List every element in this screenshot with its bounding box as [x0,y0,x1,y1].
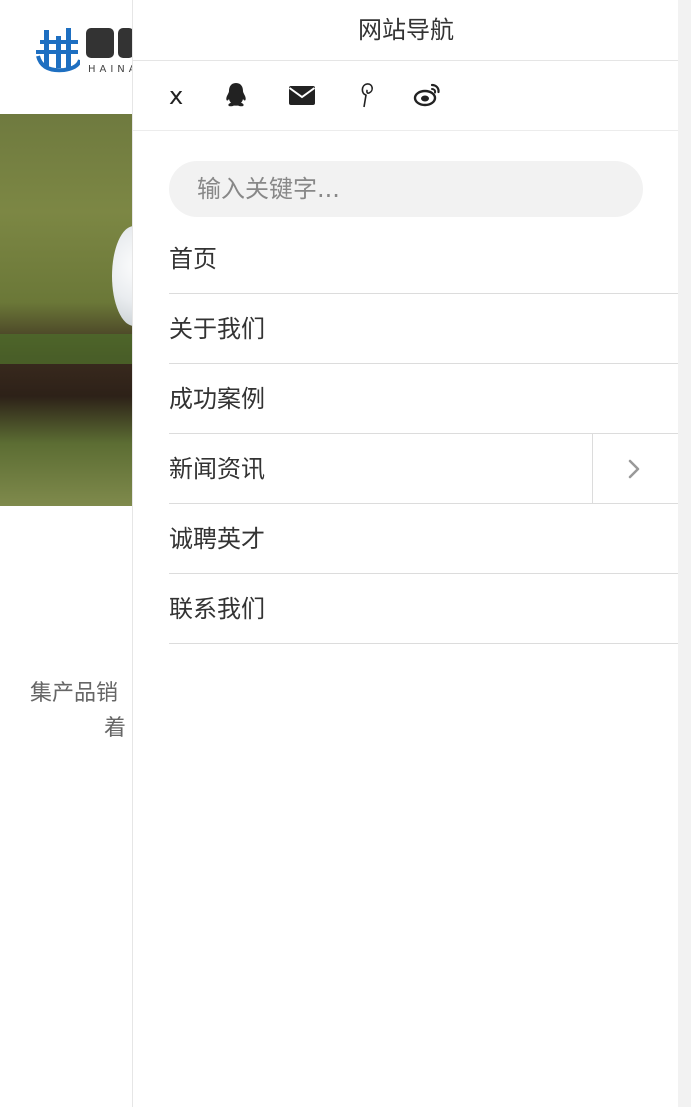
nav-item-label: 关于我们 [169,315,265,343]
nav-item-about[interactable]: 关于我们 [169,294,679,364]
intro-text: 集产品销 着 [30,676,126,746]
intro-line-2: 着 [104,716,127,741]
site-logo[interactable]: HAINA [34,26,136,82]
hero-grass [0,334,140,364]
close-button[interactable]: x [169,81,183,111]
intro-line-1: 集产品销 [30,681,119,706]
nav-item-label: 诚聘英才 [169,525,265,553]
pin-icon[interactable] [353,81,381,109]
hero-banner [0,114,156,506]
social-bar: x [133,61,679,131]
nav-item-contact[interactable]: 联系我们 [169,574,679,644]
nav-item-label: 首页 [169,245,217,273]
nav-item-home[interactable]: 首页 [169,224,679,294]
nav-item-news[interactable]: 新闻资讯 [169,434,679,504]
logo-glyph [86,28,114,58]
nav-item-label: 联系我们 [169,595,265,623]
scroll-gutter [678,0,691,1107]
mail-icon[interactable] [288,81,316,109]
weibo-icon[interactable] [413,81,441,109]
nav-drawer: 网站导航 x 输入关键字... 首页 关于我们 成功案例 新闻资讯 诚聘英才 联… [132,0,679,1107]
nav-item-cases[interactable]: 成功案例 [169,364,679,434]
drawer-title: 网站导航 [133,0,679,61]
nav-menu: 首页 关于我们 成功案例 新闻资讯 诚聘英才 联系我们 [169,224,679,644]
search-input[interactable] [169,161,643,217]
nav-item-careers[interactable]: 诚聘英才 [169,504,679,574]
logo-mark-icon [36,28,80,73]
chevron-right-icon [628,459,640,479]
qq-icon[interactable] [222,81,250,109]
submenu-toggle[interactable] [592,434,679,503]
nav-item-label: 新闻资讯 [169,455,265,483]
nav-item-label: 成功案例 [169,385,265,413]
